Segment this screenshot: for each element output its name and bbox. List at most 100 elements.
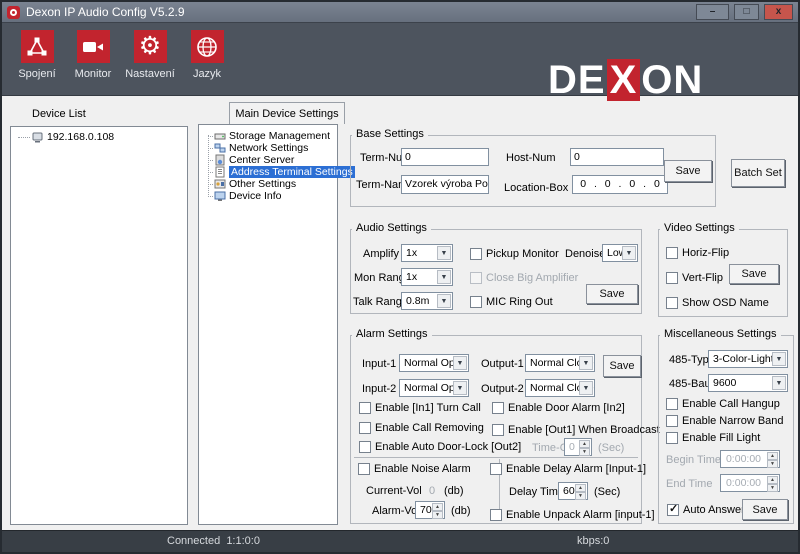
spinner-arrows[interactable] (432, 503, 443, 517)
minimize-button[interactable]: – (696, 4, 729, 20)
term-name-input[interactable]: Vzorek výroba PoE + a (401, 175, 489, 194)
enable-call-removing-label[interactable]: Enable Call Removing (375, 422, 484, 434)
enable-call-hangup-checkbox[interactable] (666, 398, 678, 410)
enable-door-alarm-label[interactable]: Enable Door Alarm [In2] (508, 402, 625, 414)
enable-call-hangup-label[interactable]: Enable Call Hangup (682, 398, 780, 410)
term-num-input[interactable]: 0 (401, 148, 489, 166)
dropdown-arrow-icon[interactable] (772, 352, 786, 366)
spinner-arrows[interactable] (575, 484, 586, 498)
enable-noise-alarm-checkbox[interactable] (358, 463, 370, 475)
device-list-label: Device List (32, 108, 86, 120)
enable-out1-broadcast-checkbox[interactable] (492, 424, 504, 436)
amplify-select[interactable]: 1x (401, 244, 453, 262)
tree-item-address-terminal-settings[interactable]: Address Terminal Settings (208, 166, 355, 178)
end-time-label: End Time (666, 478, 712, 490)
host-num-input[interactable]: 0 (570, 148, 664, 166)
tree-item-other-settings[interactable]: Other Settings (208, 178, 296, 190)
tree-item-storage-management[interactable]: Storage Management (208, 130, 330, 142)
dropdown-arrow-icon[interactable] (437, 294, 451, 308)
denoise-select[interactable]: Low (602, 244, 638, 262)
horiz-flip-label[interactable]: Horiz-Flip (682, 247, 729, 259)
audio-save-button[interactable]: Save (586, 284, 638, 304)
tree-item-network-settings[interactable]: Network Settings (208, 142, 308, 154)
video-save-button[interactable]: Save (729, 264, 779, 284)
current-vol-label: Current-Vol (366, 485, 422, 497)
tree-item-label: Device Info (229, 190, 282, 202)
window-controls: – □ x (696, 4, 793, 20)
delay-time-spinner[interactable]: 60 (558, 482, 588, 500)
enable-unpack-alarm-label[interactable]: Enable Unpack Alarm [input-1] (506, 509, 655, 521)
dropdown-arrow-icon[interactable] (772, 376, 786, 390)
tab-main-device-settings[interactable]: Main Device Settings (229, 102, 345, 124)
output2-select[interactable]: Normal Close (525, 379, 595, 397)
tree-item-device-info[interactable]: Device Info (208, 190, 282, 202)
device-list-item[interactable]: 192.168.0.108 (18, 131, 114, 143)
misc-save-button[interactable]: Save (742, 499, 788, 520)
enable-fill-light-checkbox[interactable] (666, 432, 678, 444)
horiz-flip-checkbox[interactable] (666, 247, 678, 259)
dropdown-arrow-icon[interactable] (453, 381, 467, 395)
enable-auto-door-lock-checkbox[interactable] (359, 441, 371, 453)
dropdown-arrow-icon[interactable] (579, 381, 593, 395)
enable-narrow-band-label[interactable]: Enable Narrow Band (682, 415, 784, 427)
mic-ring-out-checkbox[interactable] (470, 296, 482, 308)
device-list-panel (10, 126, 188, 525)
base-save-button[interactable]: Save (664, 160, 712, 182)
input2-select[interactable]: Normal Open (399, 379, 469, 397)
toolbar-button-connection[interactable]: Spojení (8, 30, 66, 80)
network-settings-icon (214, 142, 226, 154)
close-button[interactable]: x (764, 4, 793, 20)
end-time-spinner: 0:00:00 (720, 474, 780, 492)
tree-expander[interactable] (18, 137, 30, 138)
server-icon (214, 154, 226, 166)
alarm-save-button[interactable]: Save (603, 355, 641, 377)
dropdown-arrow-icon[interactable] (622, 246, 636, 260)
dropdown-arrow-icon[interactable] (453, 356, 467, 370)
enable-out1-broadcast-label[interactable]: Enable [Out1] When Broadcast (508, 424, 660, 436)
vert-flip-label[interactable]: Vert-Flip (682, 272, 723, 284)
vert-flip-checkbox[interactable] (666, 272, 678, 284)
485-baud-select[interactable]: 9600 (708, 374, 788, 392)
maximize-button[interactable]: □ (734, 4, 759, 20)
batch-set-button[interactable]: Batch Set (731, 159, 785, 187)
enable-unpack-alarm-checkbox[interactable] (490, 509, 502, 521)
bitrate-status: kbps:0 (577, 535, 609, 547)
pickup-monitor-label[interactable]: Pickup Monitor (486, 248, 559, 260)
enable-call-removing-checkbox[interactable] (359, 422, 371, 434)
pickup-monitor-checkbox[interactable] (470, 248, 482, 260)
spin-up-icon (432, 503, 443, 511)
show-osd-name-checkbox[interactable] (666, 297, 678, 309)
485-type-select[interactable]: 3-Color-Light (708, 350, 788, 368)
enable-fill-light-label[interactable]: Enable Fill Light (682, 432, 760, 444)
auto-answer-checkbox[interactable] (667, 504, 679, 516)
dropdown-arrow-icon[interactable] (437, 246, 451, 260)
enable-auto-door-lock-label[interactable]: Enable Auto Door-Lock [Out2] (375, 441, 521, 453)
output1-select[interactable]: Normal Close (525, 354, 595, 372)
talk-range-select[interactable]: 0.8m (401, 292, 453, 310)
toolbar-button-settings[interactable]: ⚙ Nastavení (121, 30, 179, 80)
mic-ring-out-label[interactable]: MIC Ring Out (486, 296, 553, 308)
dropdown-arrow-icon[interactable] (437, 270, 451, 284)
auto-answer-label[interactable]: Auto Answer (683, 504, 745, 516)
mon-range-select[interactable]: 1x (401, 268, 453, 286)
time-out-unit-label: (Sec) (598, 442, 624, 454)
tree-item-center-server[interactable]: Center Server (208, 154, 294, 166)
enable-delay-alarm-label[interactable]: Enable Delay Alarm [Input-1] (506, 463, 646, 475)
alarm-vol-spinner[interactable]: 70 (415, 501, 445, 519)
show-osd-name-label[interactable]: Show OSD Name (682, 297, 769, 309)
alarm-settings-title: Alarm Settings (352, 328, 432, 340)
dropdown-arrow-icon[interactable] (579, 356, 593, 370)
enable-narrow-band-checkbox[interactable] (666, 415, 678, 427)
misc-settings-title: Miscellaneous Settings (660, 328, 781, 340)
toolbar-label-language: Jazyk (178, 68, 236, 80)
app-icon (7, 6, 20, 19)
location-box-ip-input[interactable]: 0 . 0 . 0 . 0 (572, 175, 668, 194)
enable-in1-turn-call-label[interactable]: Enable [In1] Turn Call (375, 402, 481, 414)
enable-delay-alarm-checkbox[interactable] (490, 463, 502, 475)
input1-select[interactable]: Normal Open (399, 354, 469, 372)
enable-in1-turn-call-checkbox[interactable] (359, 402, 371, 414)
toolbar-button-monitor[interactable]: Monitor (64, 30, 122, 80)
enable-noise-alarm-label[interactable]: Enable Noise Alarm (374, 463, 471, 475)
toolbar-button-language[interactable]: Jazyk (178, 30, 236, 80)
enable-door-alarm-checkbox[interactable] (492, 402, 504, 414)
